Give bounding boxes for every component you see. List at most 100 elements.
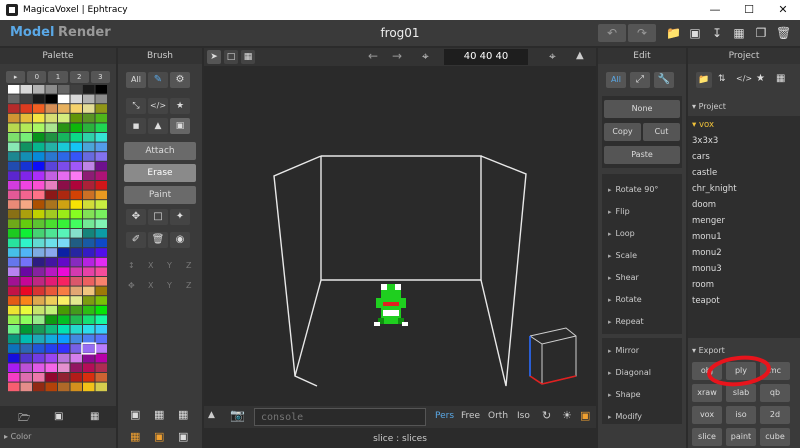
palette-swatch[interactable] [70, 363, 83, 372]
palette-swatch[interactable] [95, 334, 108, 344]
palette-swatch[interactable] [95, 104, 108, 113]
palette-swatch[interactable] [95, 152, 108, 161]
palette-swatch[interactable] [20, 209, 33, 219]
palette-tab-0[interactable]: 0 [27, 71, 47, 83]
palette-swatch[interactable] [33, 85, 45, 94]
palette-swatch[interactable] [33, 325, 45, 334]
palette-swatch[interactable] [58, 373, 70, 382]
palette-swatch[interactable] [70, 296, 83, 305]
palette-swatch[interactable] [45, 113, 58, 123]
project-item-doom[interactable]: doom [692, 200, 716, 210]
project-item-3x3x3[interactable]: 3x3x3 [692, 136, 718, 146]
palette-swatch[interactable] [45, 209, 58, 219]
palette-tab-1[interactable]: 1 [48, 71, 68, 83]
palette-swatch[interactable] [45, 305, 58, 315]
brush-tab-all[interactable]: All [126, 72, 146, 88]
palette-swatch[interactable] [83, 344, 95, 353]
console-input[interactable] [254, 408, 426, 426]
palette-swatch[interactable] [8, 133, 20, 142]
export-icon[interactable]: ↧ [710, 26, 724, 40]
diagonal-item[interactable]: Diagonal [608, 368, 651, 377]
palette-swatch[interactable] [33, 104, 45, 113]
palette-swatch[interactable] [33, 238, 45, 248]
voxel-viewport[interactable] [204, 66, 596, 406]
palette-swatch[interactable] [20, 113, 33, 123]
palette-swatch[interactable] [33, 123, 45, 132]
minimize-button[interactable]: — [698, 0, 732, 20]
palette-swatch[interactable] [20, 315, 33, 324]
palette-swatch[interactable] [20, 325, 33, 334]
palette-swatch[interactable] [33, 219, 45, 228]
export-2d-button[interactable]: 2d [760, 406, 790, 424]
palette-swatch[interactable] [70, 267, 83, 276]
palette-swatch[interactable] [70, 152, 83, 161]
palette-swatch[interactable] [20, 277, 33, 286]
palette-swatch[interactable] [45, 238, 58, 248]
rotate90-item[interactable]: Rotate 90° [608, 185, 659, 194]
palette-swatch[interactable] [70, 161, 83, 171]
palette-swatch[interactable] [8, 305, 20, 315]
palette-swatch[interactable] [83, 334, 95, 344]
palette-swatch[interactable] [95, 190, 108, 200]
palette-swatch[interactable] [20, 373, 33, 382]
palette-swatch[interactable] [83, 277, 95, 286]
palette-swatch[interactable] [20, 353, 33, 363]
arrow-right-icon[interactable]: → [392, 49, 402, 63]
palette-swatch[interactable] [20, 305, 33, 315]
palette-swatch[interactable] [20, 142, 33, 152]
palette-swatch[interactable] [33, 353, 45, 363]
palette-swatch[interactable] [58, 181, 70, 190]
palette-swatch[interactable] [83, 133, 95, 142]
palette-swatch[interactable] [20, 190, 33, 200]
palette-swatch[interactable] [20, 248, 33, 257]
palette-swatch[interactable] [20, 181, 33, 190]
grid-icon[interactable]: ▦ [178, 408, 188, 421]
palette-swatch[interactable] [45, 325, 58, 334]
palette-swatch[interactable] [70, 171, 83, 180]
palette-swatch[interactable] [58, 104, 70, 113]
arrow-left-icon[interactable]: ← [368, 49, 378, 63]
palette-swatch[interactable] [95, 229, 108, 238]
palette-swatch[interactable] [8, 85, 20, 94]
mirror-axis-icon[interactable]: ↕ [128, 261, 135, 270]
palette-swatch[interactable] [58, 142, 70, 152]
export-iso-button[interactable]: iso [726, 406, 756, 424]
palette-swatch[interactable] [95, 296, 108, 305]
export-cube-button[interactable]: cube [760, 428, 790, 446]
palette-swatch[interactable] [83, 152, 95, 161]
palette-swatch[interactable] [70, 209, 83, 219]
palette-swatch[interactable] [8, 200, 20, 209]
palette-swatch[interactable] [45, 315, 58, 324]
axis-z-toggle-2[interactable]: Z [186, 281, 191, 290]
project-item-castle[interactable]: castle [692, 168, 717, 178]
palette-swatch[interactable] [70, 325, 83, 334]
new-object-icon[interactable]: ▣ [130, 408, 140, 421]
palette-swatch[interactable] [20, 296, 33, 305]
project-item-menger[interactable]: menger [692, 216, 725, 226]
repeat-item[interactable]: Repeat [608, 317, 644, 326]
palette-swatch[interactable] [20, 152, 33, 161]
palette-swatch[interactable] [58, 296, 70, 305]
open-folder-icon[interactable]: 📁 [666, 26, 681, 40]
palette-swatch[interactable] [58, 133, 70, 142]
palette-swatch[interactable] [45, 94, 58, 104]
palette-swatch[interactable] [58, 190, 70, 200]
orientation-gizmo[interactable] [529, 327, 577, 385]
palette-swatch[interactable] [20, 382, 33, 392]
export-list-icon[interactable]: ⇅ [718, 74, 726, 84]
palette-swatch[interactable] [83, 305, 95, 315]
palette-swatch[interactable] [83, 219, 95, 228]
palette-swatch[interactable] [95, 123, 108, 132]
palette-swatch[interactable] [83, 363, 95, 372]
pointer-icon[interactable]: ➤ [207, 50, 221, 64]
palette-swatch[interactable] [83, 325, 95, 334]
palette-swatch[interactable] [95, 363, 108, 372]
brush-icon[interactable]: ✎ [148, 72, 168, 88]
project-item-monu3[interactable]: monu3 [692, 264, 722, 274]
palette-swatch[interactable] [95, 200, 108, 209]
palette-swatch[interactable] [95, 373, 108, 382]
mirror-item[interactable]: Mirror [608, 346, 640, 355]
focus-icon[interactable]: ▦ [241, 50, 255, 64]
palette-swatch[interactable] [33, 373, 45, 382]
palette-swatch[interactable] [45, 85, 58, 94]
